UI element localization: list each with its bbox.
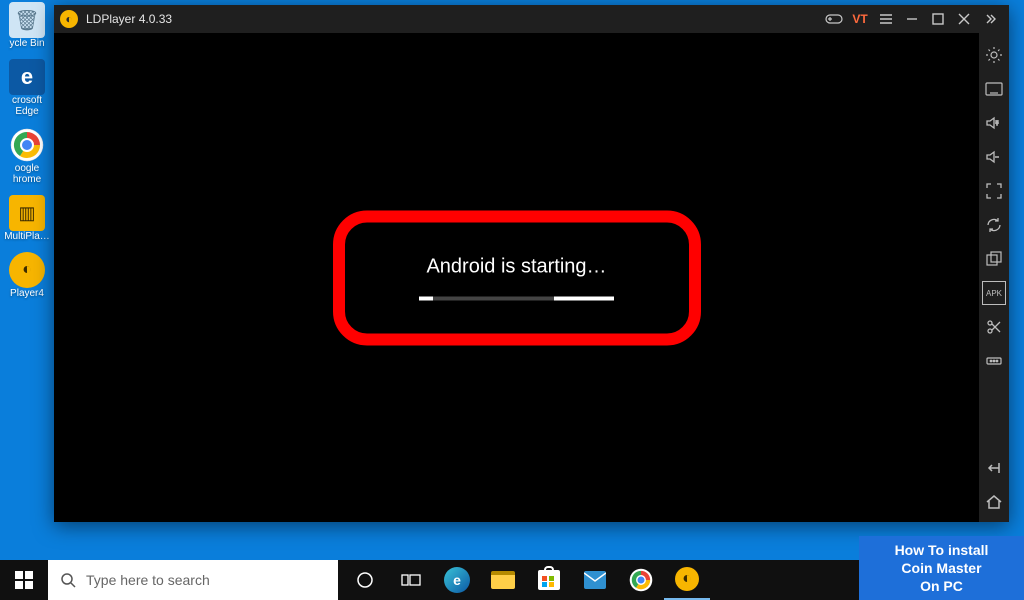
- more-button[interactable]: [982, 349, 1006, 373]
- desktop-icon-label: oogle hrome: [2, 163, 52, 185]
- desktop-icon-edge[interactable]: e crosoft Edge: [2, 59, 52, 117]
- chrome-icon: [9, 127, 45, 163]
- ldplayer-icon: ◐: [675, 567, 699, 591]
- tutorial-banner: How To install Coin Master On PC: [859, 536, 1024, 600]
- volume-up-button[interactable]: [982, 111, 1006, 135]
- vt-indicator[interactable]: VT: [847, 7, 873, 31]
- desktop-icon-multiplayer[interactable]: ▥ MultiPla…: [2, 195, 52, 242]
- taskbar-store[interactable]: [526, 560, 572, 600]
- more-horizontal-icon: [986, 353, 1002, 369]
- taskbar-file-explorer[interactable]: [480, 560, 526, 600]
- recycle-bin-icon: 🗑: [9, 2, 45, 38]
- emulator-sidebar: APK: [979, 33, 1009, 522]
- cortana-button[interactable]: [342, 560, 388, 600]
- titlebar[interactable]: ◐ LDPlayer 4.0.33 VT: [54, 5, 1009, 33]
- desktop-background: 🗑 ycle Bin e crosoft Edge oogle hrome ▥ …: [0, 0, 1024, 560]
- maximize-button[interactable]: [925, 7, 951, 31]
- window-title: LDPlayer 4.0.33: [86, 12, 172, 26]
- gear-icon: [985, 46, 1003, 64]
- progress-segment: [554, 296, 614, 300]
- taskbar-search[interactable]: Type here to search: [48, 560, 338, 600]
- volume-down-icon: [985, 150, 1003, 164]
- loading-progress-bar: [419, 296, 614, 300]
- edge-icon: e: [444, 567, 470, 593]
- fullscreen-button[interactable]: [982, 179, 1006, 203]
- volume-up-icon: [985, 116, 1003, 130]
- desktop-icon-label: ycle Bin: [9, 38, 44, 49]
- annotation-highlight-box: Android is starting…: [333, 210, 701, 345]
- banner-line-1: How To install: [895, 542, 989, 558]
- app-logo-icon: ◐: [60, 10, 78, 28]
- multi-instance-icon: [986, 251, 1002, 267]
- minimize-icon: [905, 12, 919, 26]
- loading-text: Android is starting…: [426, 255, 606, 278]
- desktop-icon-recycle-bin[interactable]: 🗑 ycle Bin: [2, 2, 52, 49]
- close-icon: [957, 12, 971, 26]
- multiplayer-icon: ▥: [9, 195, 45, 231]
- close-button[interactable]: [951, 7, 977, 31]
- taskbar-mail[interactable]: [572, 560, 618, 600]
- operation-sync-button[interactable]: [982, 213, 1006, 237]
- fullscreen-icon: [986, 183, 1002, 199]
- keyboard-icon: [985, 82, 1003, 96]
- emulator-window: ◐ LDPlayer 4.0.33 VT Android is starting…: [54, 5, 1009, 522]
- banner-line-3: On PC: [920, 578, 963, 594]
- search-placeholder: Type here to search: [86, 572, 210, 588]
- file-explorer-icon: [491, 571, 515, 589]
- android-back-button[interactable]: [982, 456, 1006, 480]
- taskbar-pinned-icons: e ◐: [342, 560, 710, 600]
- windows-start-icon: [15, 571, 33, 589]
- task-view-icon: [401, 572, 421, 588]
- desktop-icons-column: 🗑 ycle Bin e crosoft Edge oogle hrome ▥ …: [2, 2, 52, 309]
- scissors-icon: [986, 319, 1002, 335]
- start-button[interactable]: [0, 560, 48, 600]
- desktop-icon-chrome[interactable]: oogle hrome: [2, 127, 52, 185]
- circle-outline-icon: [356, 571, 374, 589]
- volume-down-button[interactable]: [982, 145, 1006, 169]
- desktop-icon-label: MultiPla…: [4, 231, 50, 242]
- ldplayer-icon: ◐: [9, 252, 45, 288]
- mail-icon: [584, 571, 606, 589]
- taskbar-chrome[interactable]: [618, 560, 664, 600]
- back-icon: [985, 461, 1003, 475]
- minimize-button[interactable]: [899, 7, 925, 31]
- keyboard-mapping-button[interactable]: [982, 77, 1006, 101]
- banner-line-2: Coin Master: [901, 560, 981, 576]
- chevrons-right-icon: [983, 12, 997, 26]
- emulator-viewport[interactable]: Android is starting…: [54, 33, 979, 522]
- menu-icon[interactable]: [873, 7, 899, 31]
- chrome-icon: [629, 568, 653, 592]
- home-icon: [985, 494, 1003, 510]
- desktop-icon-label: Player4: [10, 288, 44, 299]
- screenshot-button[interactable]: [982, 315, 1006, 339]
- store-icon: [538, 570, 560, 590]
- desktop-icon-label: crosoft Edge: [2, 95, 52, 117]
- install-apk-button[interactable]: APK: [982, 281, 1006, 305]
- desktop-icon-ldplayer[interactable]: ◐ Player4: [2, 252, 52, 299]
- task-view-button[interactable]: [388, 560, 434, 600]
- collapse-sidebar-button[interactable]: [977, 7, 1003, 31]
- progress-segment: [419, 296, 433, 300]
- sync-icon: [985, 216, 1003, 234]
- multi-instance-button[interactable]: [982, 247, 1006, 271]
- android-home-button[interactable]: [982, 490, 1006, 514]
- settings-button[interactable]: [982, 43, 1006, 67]
- game-controller-icon[interactable]: [821, 7, 847, 31]
- taskbar-edge[interactable]: e: [434, 560, 480, 600]
- maximize-icon: [931, 12, 945, 26]
- edge-icon: e: [9, 59, 45, 95]
- taskbar-ldplayer[interactable]: ◐: [664, 560, 710, 600]
- search-icon: [60, 572, 76, 588]
